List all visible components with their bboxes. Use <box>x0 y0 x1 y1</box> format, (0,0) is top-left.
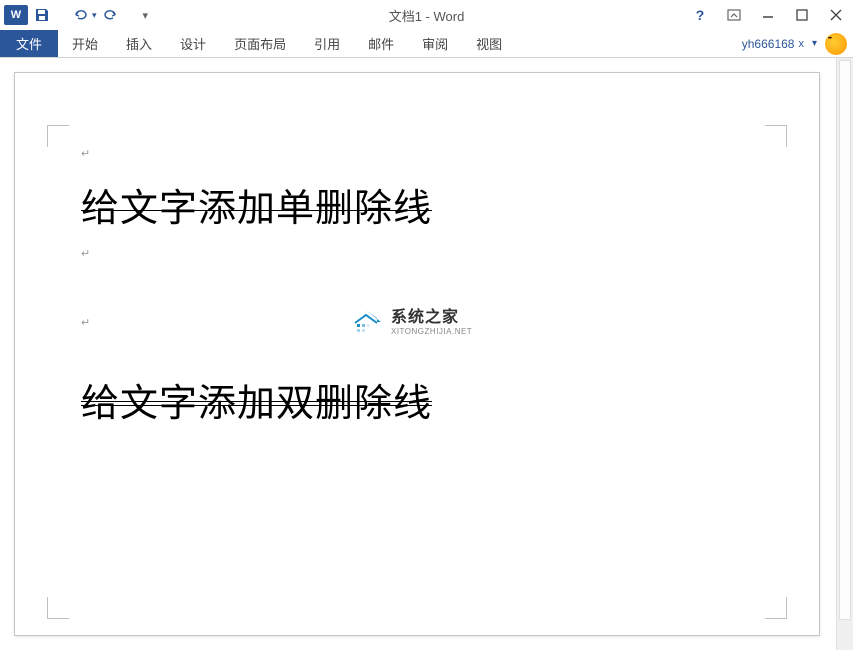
ribbon-display-icon[interactable] <box>717 1 751 29</box>
user-account-area: yh666168 x ▾ <box>742 30 853 57</box>
tab-view[interactable]: 视图 <box>462 30 516 57</box>
tab-review[interactable]: 审阅 <box>408 30 462 57</box>
close-icon[interactable] <box>819 1 853 29</box>
watermark-house-icon <box>349 306 383 334</box>
undo-dropdown-icon[interactable]: ▾ <box>92 10 97 21</box>
user-name[interactable]: yh666168 <box>742 37 795 51</box>
vertical-scrollbar[interactable] <box>836 58 853 650</box>
word-app-icon[interactable]: W <box>4 5 28 25</box>
ribbon-tabs: 文件 开始 插入 设计 页面布局 引用 邮件 审阅 视图 yh666168 x … <box>0 30 853 58</box>
paragraph-mark-icon: ↵ <box>81 147 753 163</box>
text-double-strikethrough-wrap: 给文字添加双删除线 <box>81 372 432 427</box>
scrollbar-thumb[interactable] <box>839 60 851 620</box>
paragraph-mark-icon: ↵ <box>81 247 90 260</box>
file-tab[interactable]: 文件 <box>0 30 58 57</box>
margin-mark-tl <box>47 125 69 147</box>
window-controls: ? <box>683 1 853 29</box>
margin-mark-tr <box>765 125 787 147</box>
window-title: 文档1 - Word <box>389 6 465 25</box>
watermark-url: XITONGZHIJIA.NET <box>391 327 472 336</box>
user-dropdown-icon[interactable]: ▾ <box>812 38 817 49</box>
tab-references[interactable]: 引用 <box>300 30 354 57</box>
tab-home[interactable]: 开始 <box>58 30 112 57</box>
document-content[interactable]: ↵ 给文字添加单删除线 ↵ ↵ 给文字添加双删除线 <box>81 147 753 427</box>
tab-page-layout[interactable]: 页面布局 <box>220 30 300 57</box>
watermark-text: 系统之家 XITONGZHIJIA.NET <box>391 303 472 336</box>
watermark-title: 系统之家 <box>391 303 472 327</box>
avatar[interactable] <box>825 33 847 55</box>
document-scroll-area[interactable]: ↵ 给文字添加单删除线 ↵ ↵ 给文字添加双删除线 <box>0 58 836 650</box>
document-container: ↵ 给文字添加单删除线 ↵ ↵ 给文字添加双删除线 <box>0 58 853 650</box>
redo-icon[interactable] <box>99 3 123 27</box>
margin-mark-bl <box>47 597 69 619</box>
save-icon[interactable] <box>30 3 54 27</box>
undo-icon[interactable] <box>68 3 92 27</box>
document-page[interactable]: ↵ 给文字添加单删除线 ↵ ↵ 给文字添加双删除线 <box>14 72 820 636</box>
maximize-icon[interactable] <box>785 1 819 29</box>
help-icon[interactable]: ? <box>683 1 717 29</box>
text-single-strikethrough[interactable]: 给文字添加单删除线 <box>81 177 753 232</box>
margin-mark-br <box>765 597 787 619</box>
tab-insert[interactable]: 插入 <box>112 30 166 57</box>
tab-design[interactable]: 设计 <box>166 30 220 57</box>
text-double-strikethrough[interactable]: 给文字添加双删除线 <box>81 383 432 425</box>
minimize-icon[interactable] <box>751 1 785 29</box>
tab-mailings[interactable]: 邮件 <box>354 30 408 57</box>
watermark: 系统之家 XITONGZHIJIA.NET <box>349 303 472 336</box>
title-bar: W ▾ ▾ 文档1 - Word ? <box>0 0 853 30</box>
quick-access-toolbar: W ▾ ▾ <box>0 3 148 27</box>
user-close-icon[interactable]: x <box>798 38 804 50</box>
qat-customize-icon[interactable]: ▾ <box>143 9 149 22</box>
